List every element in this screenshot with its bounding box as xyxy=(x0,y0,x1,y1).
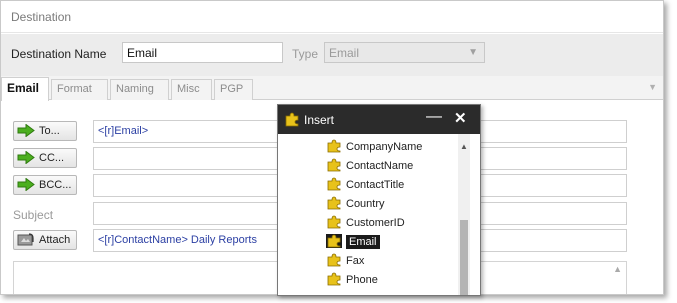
tab-misc[interactable]: Misc xyxy=(171,79,212,100)
green-arrow-icon xyxy=(17,124,35,137)
puzzle-icon xyxy=(327,139,341,153)
tab-pgp[interactable]: PGP xyxy=(214,79,253,100)
type-select[interactable]: Email ▼ xyxy=(324,42,485,63)
list-item-label: ContactName xyxy=(346,160,414,172)
tab-naming-label: Naming xyxy=(116,83,154,95)
attach-button[interactable]: Attach xyxy=(13,230,77,250)
puzzle-icon xyxy=(327,272,341,286)
insert-popup-title: Insert xyxy=(304,113,335,127)
list-item[interactable]: CompanyName xyxy=(326,137,424,155)
tab-pgp-label: PGP xyxy=(220,83,244,95)
list-item-label: CustomerID xyxy=(346,217,405,229)
puzzle-icon xyxy=(327,215,341,229)
attach-button-label: Attach xyxy=(39,234,71,246)
scroll-up-icon[interactable]: ▲ xyxy=(460,142,468,151)
list-item[interactable]: ContactName xyxy=(326,156,415,174)
puzzle-icon xyxy=(327,158,341,172)
puzzle-icon xyxy=(327,253,341,267)
list-item-label: Country xyxy=(346,198,385,210)
type-label: Type xyxy=(292,47,319,61)
title-bar: Destination xyxy=(1,1,663,33)
list-item-selected[interactable]: Email xyxy=(326,232,382,250)
tab-format[interactable]: Format xyxy=(51,79,108,100)
list-item[interactable]: Phone xyxy=(326,270,380,288)
type-select-value: Email xyxy=(329,46,360,60)
puzzle-icon xyxy=(285,112,299,127)
green-arrow-icon xyxy=(17,151,35,164)
tab-email-label: Email xyxy=(7,81,40,95)
destination-name-input[interactable]: Email xyxy=(122,42,283,63)
destination-row: Destination Name Email Type Email ▼ xyxy=(1,34,663,76)
list-item-label: Email xyxy=(346,235,380,249)
subject-label: Subject xyxy=(13,208,54,222)
tab-naming[interactable]: Naming xyxy=(110,79,169,100)
list-item-label: Fax xyxy=(346,255,365,267)
puzzle-icon xyxy=(327,177,341,191)
green-arrow-icon xyxy=(17,178,35,191)
tab-format-label: Format xyxy=(57,83,92,95)
cc-button[interactable]: CC... xyxy=(13,148,77,168)
window-title: Destination xyxy=(11,10,72,24)
destination-name-label: Destination Name xyxy=(11,47,107,61)
close-icon[interactable]: ✕ xyxy=(454,109,467,127)
list-item-label: CompanyName xyxy=(346,141,423,153)
tab-misc-label: Misc xyxy=(177,83,200,95)
chevron-down-icon: ▼ xyxy=(468,47,478,58)
bcc-button-label: BCC... xyxy=(39,179,72,191)
list-item[interactable]: ContactTitle xyxy=(326,175,406,193)
minimize-icon[interactable]: — xyxy=(426,108,442,126)
tab-overflow-icon[interactable]: ▼ xyxy=(648,82,657,92)
puzzle-icon xyxy=(327,196,341,210)
tab-bar: Email Format Naming Misc PGP ▼ xyxy=(1,76,663,101)
insert-popup: Insert — ✕ CompanyName ContactName Conta… xyxy=(277,104,481,296)
to-button-label: To... xyxy=(39,125,60,137)
insert-list-scrollbar[interactable]: ▲ xyxy=(458,134,470,295)
scroll-up-icon[interactable]: ▲ xyxy=(613,264,622,274)
bcc-button[interactable]: BCC... xyxy=(13,175,77,195)
to-button[interactable]: To... xyxy=(13,121,77,141)
attach-icon xyxy=(17,233,34,246)
list-item[interactable]: CustomerID xyxy=(326,213,407,231)
puzzle-icon xyxy=(326,234,342,248)
insert-popup-header: Insert — ✕ xyxy=(278,105,480,134)
list-item[interactable]: Country xyxy=(326,194,387,212)
tab-email[interactable]: Email xyxy=(1,77,49,101)
list-item-label: ContactTitle xyxy=(346,179,405,191)
list-item[interactable]: Fax xyxy=(326,251,366,269)
scrollbar-thumb[interactable] xyxy=(460,220,468,295)
list-item-label: Phone xyxy=(346,274,378,286)
cc-button-label: CC... xyxy=(39,152,65,164)
